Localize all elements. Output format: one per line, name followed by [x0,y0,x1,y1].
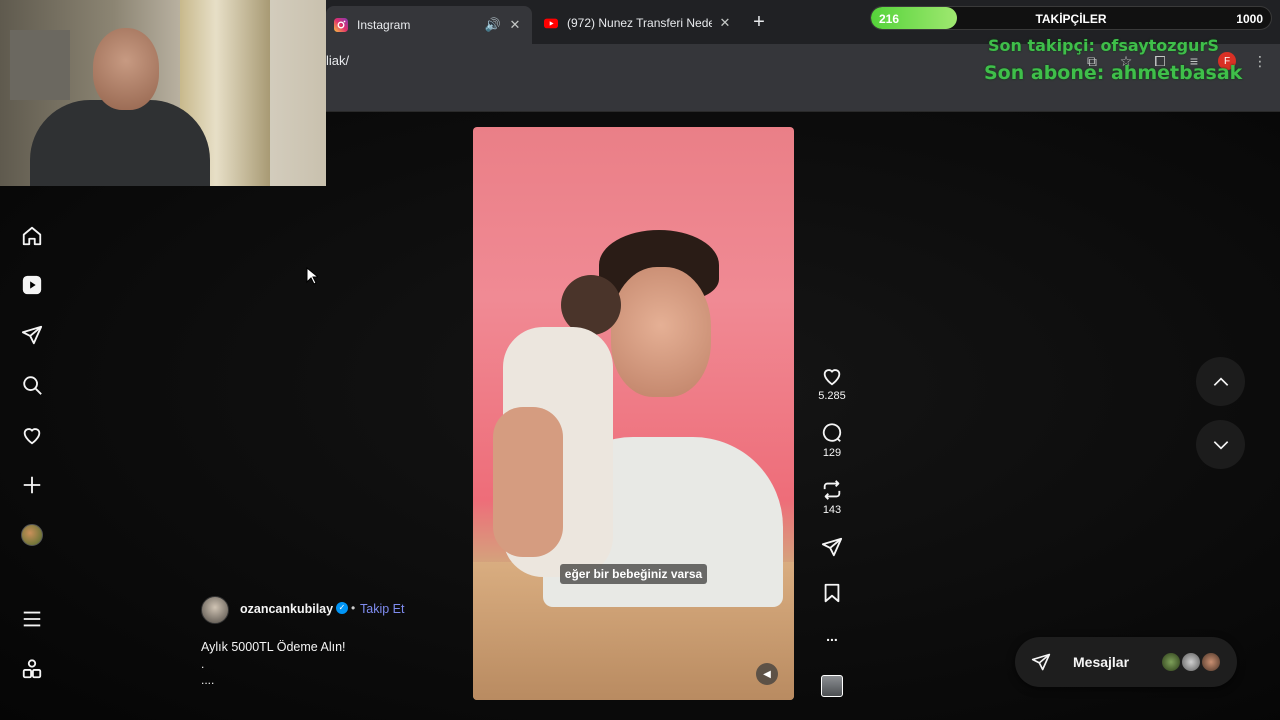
reel-video[interactable]: eğer bir bebeğiniz varsa ◀︎ [473,127,794,700]
youtube-favicon-icon [544,18,558,29]
video-person-face [611,267,711,397]
comment-button[interactable]: 129 [812,422,852,459]
subtitle-text: eğer bir bebeğiniz varsa [559,564,708,584]
mouse-cursor-icon [306,267,318,285]
heart-icon [23,428,41,445]
video-person-arm [493,407,563,557]
separator-dot: • [351,601,356,615]
author-username[interactable]: ozancankubilay [240,602,333,616]
more-options-button[interactable]: ... [812,628,852,644]
follower-label: TAKİPÇİLER [1035,12,1107,26]
follower-goal: 1000 [1236,12,1263,26]
webcam-overlay [0,0,326,186]
plus-icon [23,476,41,494]
follower-goal-bar: 216 TAKİPÇİLER 1000 [870,6,1272,30]
hamburger-menu-icon [23,611,41,627]
background-shelf [10,30,70,100]
like-count: 5.285 [818,390,846,402]
comment-icon [822,423,842,442]
last-subscriber-text: Son abone: ahmetbasak [984,62,1243,84]
message-contact-avatar [1201,652,1221,672]
heart-icon [823,369,841,386]
reel-description-line-2: . [201,657,205,671]
speaker-icon: ◀︎ [763,668,771,680]
nav-more[interactable] [12,599,52,639]
tab-title: Instagram [357,18,411,32]
video-subtitle: eğer bir bebeğiniz varsa [473,564,794,584]
author-avatar[interactable] [201,596,229,624]
verified-badge-icon: ✓ [336,602,348,614]
bookmark-icon [824,583,840,603]
instagram-favicon-icon [334,18,348,32]
streamer-body [30,100,210,186]
repost-count: 143 [822,504,842,516]
mute-button[interactable]: ◀︎ [756,663,778,685]
close-tab-icon[interactable]: ✕ [506,16,524,34]
nav-profile[interactable] [12,515,52,555]
chevron-down-icon [1213,440,1228,450]
nav-create[interactable] [12,465,52,505]
comment-count: 129 [822,447,842,459]
tab-title: (972) Nunez Transferi Neden [567,16,712,30]
audio-thumbnail[interactable] [821,675,843,697]
video-baby-head [561,275,621,335]
home-icon [22,226,42,246]
nav-search[interactable] [12,365,52,405]
nav-home[interactable] [12,216,52,256]
like-button[interactable]: 5.285 [812,365,852,402]
message-contact-avatar [1181,652,1201,672]
share-button[interactable] [812,536,852,558]
chevron-up-icon [1213,376,1228,386]
previous-reel-button[interactable] [1196,357,1245,406]
messages-button[interactable]: Mesajlar [1015,637,1237,687]
reel-description-more[interactable]: .... [201,673,214,687]
speaker-icon[interactable]: 🔊 [484,16,502,34]
repost-icon [823,480,841,500]
nav-direct[interactable] [12,315,52,355]
send-icon [821,537,843,557]
tab-youtube[interactable]: (972) Nunez Transferi Neden ✕ [536,8,742,38]
profile-avatar-icon [21,524,43,546]
repost-button[interactable]: 143 [812,479,852,516]
message-contact-avatar [1161,652,1181,672]
streamer-head [93,28,159,110]
nav-apps[interactable] [12,649,52,689]
search-icon [23,376,42,395]
messages-label: Mesajlar [1073,654,1130,670]
nav-reels[interactable] [12,265,52,305]
apps-grid-icon [22,659,42,679]
kebab-menu-icon[interactable]: ⋮ [1250,51,1270,71]
save-button[interactable] [812,582,852,604]
send-icon [21,325,43,345]
tab-instagram[interactable]: Instagram 🔊 ✕ [326,6,532,44]
new-tab-button[interactable]: + [748,12,770,34]
reels-icon [22,275,42,295]
nav-notifications[interactable] [12,415,52,455]
last-follower-text: Son takipçi: ofsaytozgurS [988,36,1219,55]
next-reel-button[interactable] [1196,420,1245,469]
reel-description: Aylık 5000TL Ödeme Alın! [201,640,346,654]
send-icon [1031,653,1051,671]
url-text[interactable]: liak/ [326,53,349,68]
follow-button[interactable]: Takip Et [360,602,404,616]
close-tab-icon[interactable]: ✕ [716,14,734,32]
